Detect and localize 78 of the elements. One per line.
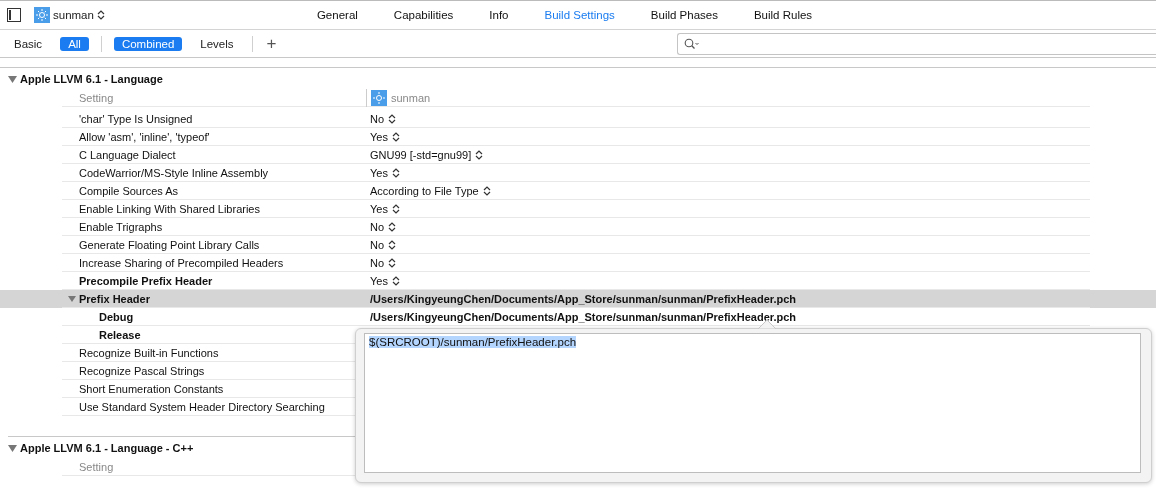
app-icon	[371, 89, 387, 106]
value-popup[interactable]: GNU99 [-std=gnu99]	[370, 148, 484, 161]
value-popup[interactable]: No	[370, 256, 397, 269]
updown-chevron-icon	[388, 113, 397, 124]
setting-row[interactable]: Prefix Header /Users/KingyeungChen/Documents/App_Store/sunman/sunman/PrefixHeader.pch	[0, 290, 1156, 308]
section-title: Apple LLVM 6.1 - Language - C++	[20, 442, 194, 454]
setting-row[interactable]: CodeWarrior/MS-Style Inline Assembly Yes	[0, 164, 1156, 182]
updown-chevron-icon	[391, 203, 400, 214]
setting-row[interactable]: Enable Trigraphs No	[0, 218, 1156, 236]
setting-name: Debug	[99, 310, 134, 323]
column-header: sunman	[391, 91, 431, 104]
setting-row[interactable]: Generate Floating Point Library Calls No	[0, 236, 1156, 254]
updown-chevron-icon	[391, 131, 400, 142]
setting-row[interactable]: 'char' Type Is Unsigned No	[0, 110, 1156, 128]
setting-name: Recognize Pascal Strings	[79, 364, 205, 377]
tab[interactable]: Build Rules	[753, 7, 813, 23]
search-field[interactable]	[676, 32, 1156, 55]
column-header: Setting	[79, 91, 115, 104]
filter-button[interactable]: Levels	[194, 36, 240, 51]
setting-name: 'char' Type Is Unsigned	[79, 112, 193, 125]
setting-name: Enable Linking With Shared Libraries	[79, 202, 260, 215]
tab[interactable]: Build Phases	[650, 7, 718, 23]
section-title: Apple LLVM 6.1 - Language	[20, 73, 163, 85]
updown-chevron-icon	[482, 185, 491, 196]
setting-name: Short Enumeration Constants	[79, 382, 224, 395]
setting-name: Enable Trigraphs	[79, 220, 163, 233]
setting-name: Allow 'asm', 'inline', 'typeof'	[79, 130, 210, 143]
setting-row[interactable]: Increase Sharing of Precompiled Headers No	[0, 254, 1156, 272]
setting-name: Generate Floating Point Library Calls	[79, 238, 260, 251]
value-popup[interactable]: No	[370, 238, 397, 251]
setting-row[interactable]: Compile Sources As According to File Type	[0, 182, 1156, 200]
setting-row[interactable]: C Language Dialect GNU99 [-std=gnu99]	[0, 146, 1156, 164]
setting-name: Compile Sources As	[79, 184, 179, 197]
filter-button[interactable]: All	[60, 36, 89, 51]
setting-row[interactable]: Allow 'asm', 'inline', 'typeof' Yes	[0, 128, 1156, 146]
updown-chevron-icon	[391, 167, 400, 178]
project-selector[interactable]: sunman	[53, 9, 105, 21]
search-icon	[683, 37, 700, 50]
disclosure-triangle-icon[interactable]	[68, 294, 76, 303]
setting-value[interactable]: /Users/KingyeungChen/Documents/App_Store/sunman/sunman/PrefixHeader.pch	[370, 310, 797, 323]
tab[interactable]: Build Settings	[544, 7, 615, 23]
value-popup[interactable]: Yes	[370, 166, 400, 179]
updown-chevron-icon	[96, 10, 105, 20]
setting-name: Increase Sharing of Precompiled Headers	[79, 256, 284, 269]
value-popup[interactable]: Yes	[370, 274, 400, 287]
sidebar-toggle-icon[interactable]	[7, 8, 21, 22]
text-editor[interactable]: $(SRCROOT)/sunman/PrefixHeader.pch	[364, 333, 1141, 473]
setting-row[interactable]: Enable Linking With Shared Libraries Yes	[0, 200, 1156, 218]
updown-chevron-icon	[388, 221, 397, 232]
value-popup[interactable]: According to File Type	[370, 184, 491, 197]
disclosure-triangle-icon[interactable]	[8, 74, 17, 84]
updown-chevron-icon	[475, 149, 484, 160]
updown-chevron-icon	[388, 257, 397, 268]
filter-button[interactable]: Combined	[113, 36, 183, 51]
disclosure-triangle-icon[interactable]	[8, 443, 17, 453]
setting-row[interactable]: Debug /Users/KingyeungChen/Documents/App_Store/sunman/sunman/PrefixHeader.pch	[0, 308, 1156, 326]
editor-text: $(SRCROOT)/sunman/PrefixHeader.pch	[369, 336, 577, 348]
tab[interactable]: General	[316, 7, 358, 23]
setting-value[interactable]: /Users/KingyeungChen/Documents/App_Store/sunman/sunman/PrefixHeader.pch	[370, 292, 797, 305]
tab[interactable]: Info	[489, 7, 509, 23]
value-popup[interactable]: No	[370, 112, 397, 125]
tab[interactable]: Capabilities	[393, 7, 454, 23]
value-popup[interactable]: No	[370, 220, 397, 233]
setting-name: Release	[99, 328, 141, 341]
app-icon	[34, 7, 50, 23]
add-button[interactable]: +	[264, 35, 279, 52]
setting-name: Use Standard System Header Directory Searching	[79, 400, 325, 413]
column-header: Setting	[79, 460, 115, 473]
setting-name: Recognize Built-in Functions	[79, 346, 219, 359]
value-popup[interactable]: Yes	[370, 202, 400, 215]
updown-chevron-icon	[388, 239, 397, 250]
updown-chevron-icon	[391, 275, 400, 286]
setting-name: Precompile Prefix Header	[79, 274, 213, 287]
filter-button[interactable]: Basic	[8, 36, 49, 51]
setting-name: Prefix Header	[79, 292, 150, 305]
setting-name: C Language Dialect	[79, 148, 176, 161]
value-popup[interactable]: Yes	[370, 130, 400, 143]
setting-name: CodeWarrior/MS-Style Inline Assembly	[79, 166, 269, 179]
